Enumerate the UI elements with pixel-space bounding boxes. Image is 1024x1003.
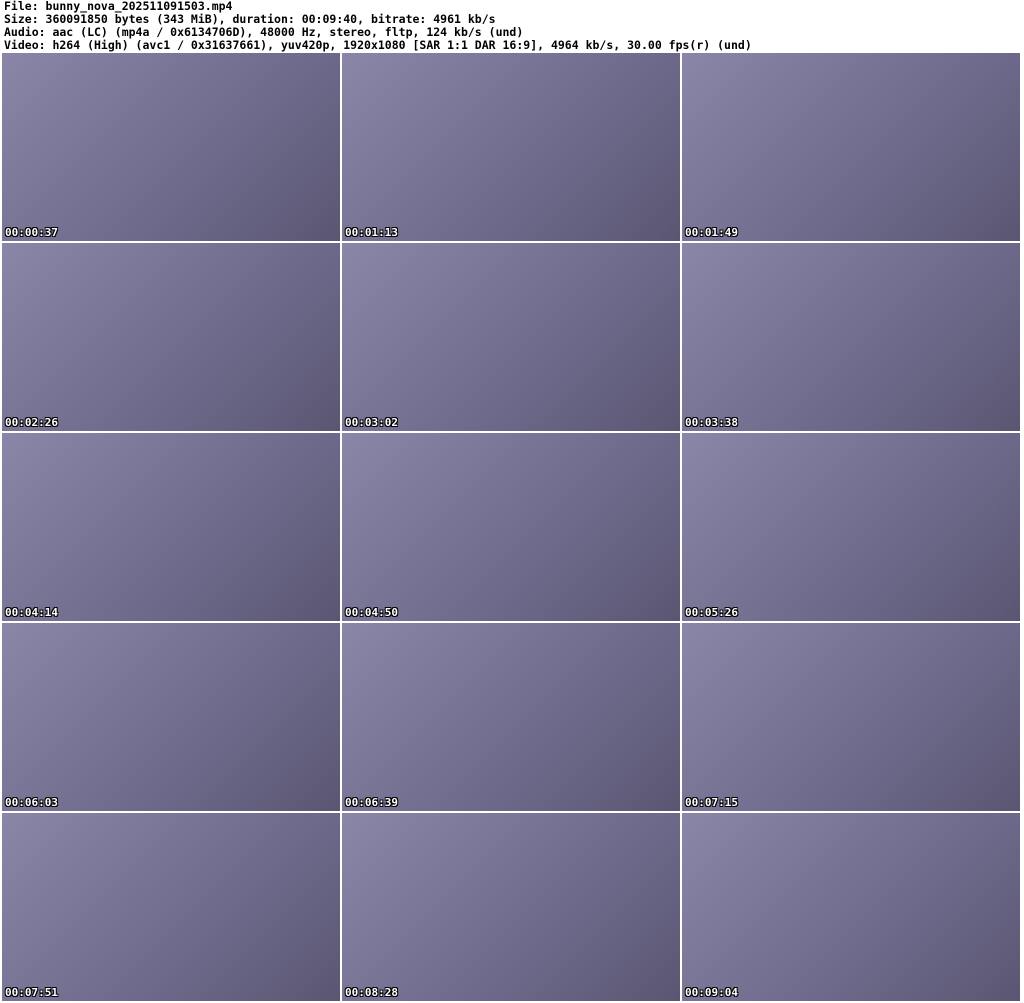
timestamp-label: 00:00:37 xyxy=(5,226,58,239)
timestamp-label: 00:06:03 xyxy=(5,796,58,809)
thumbnail-frame: 00:04:14 xyxy=(2,433,340,621)
thumbnail-frame: 00:05:26 xyxy=(682,433,1020,621)
thumbnail-frame: 00:02:26 xyxy=(2,243,340,431)
timestamp-label: 00:03:38 xyxy=(685,416,738,429)
thumbnail-frame: 00:09:04 xyxy=(682,813,1020,1001)
timestamp-label: 00:05:26 xyxy=(685,606,738,619)
video-info-line: Video: h264 (High) (avc1 / 0x31637661), … xyxy=(4,39,752,52)
thumbnail-frame: 00:01:13 xyxy=(342,53,680,241)
thumbnail-frame: 00:06:03 xyxy=(2,623,340,811)
thumbnail-frame: 00:01:49 xyxy=(682,53,1020,241)
thumbnail-frame: 00:06:39 xyxy=(342,623,680,811)
timestamp-label: 00:09:04 xyxy=(685,986,738,999)
timestamp-label: 00:04:14 xyxy=(5,606,58,619)
timestamp-label: 00:01:13 xyxy=(345,226,398,239)
audio-info-line: Audio: aac (LC) (mp4a / 0x6134706D), 480… xyxy=(4,26,524,39)
metadata-header: File: bunny_nova_202511091503.mp4 Size: … xyxy=(4,0,1020,52)
timestamp-label: 00:02:26 xyxy=(5,416,58,429)
timestamp-label: 00:01:49 xyxy=(685,226,738,239)
thumbnail-grid: 00:00:37 00:01:13 00:01:49 00:02:26 00:03:02… xyxy=(2,53,1020,1001)
timestamp-label: 00:07:51 xyxy=(5,986,58,999)
timestamp-label: 00:07:15 xyxy=(685,796,738,809)
thumbnail-frame: 00:03:02 xyxy=(342,243,680,431)
thumbnail-frame: 00:08:28 xyxy=(342,813,680,1001)
thumbnail-frame: 00:04:50 xyxy=(342,433,680,621)
thumbnail-frame: 00:07:15 xyxy=(682,623,1020,811)
thumbnail-frame: 00:00:37 xyxy=(2,53,340,241)
timestamp-label: 00:04:50 xyxy=(345,606,398,619)
timestamp-label: 00:08:28 xyxy=(345,986,398,999)
timestamp-label: 00:06:39 xyxy=(345,796,398,809)
timestamp-label: 00:03:02 xyxy=(345,416,398,429)
file-size-line: Size: 360091850 bytes (343 MiB), duratio… xyxy=(4,13,496,26)
thumbnail-frame: 00:07:51 xyxy=(2,813,340,1001)
thumbnail-frame: 00:03:38 xyxy=(682,243,1020,431)
file-name-line: File: bunny_nova_202511091503.mp4 xyxy=(4,0,233,13)
